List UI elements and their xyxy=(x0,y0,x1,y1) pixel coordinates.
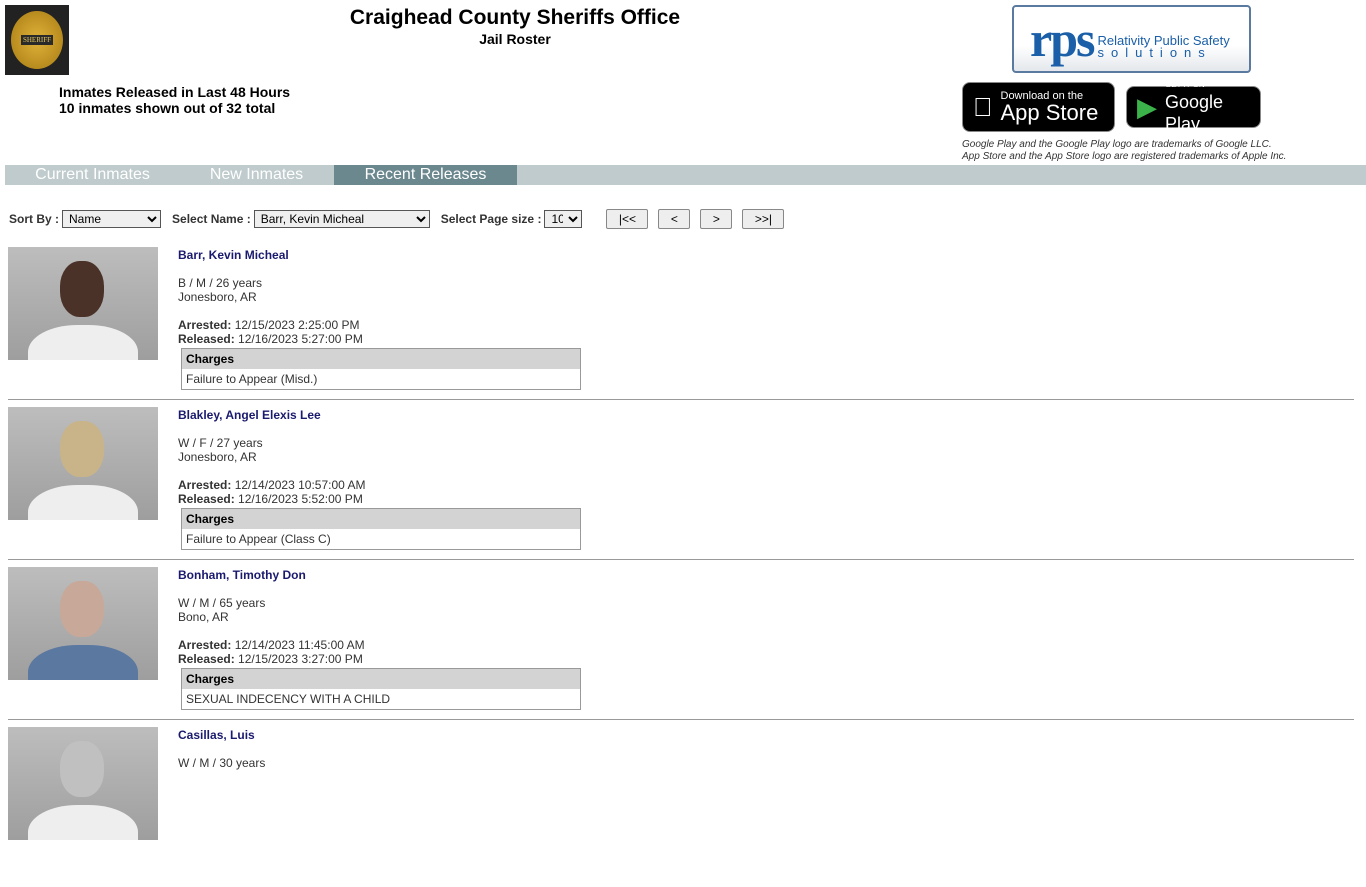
inmate-name[interactable]: Barr, Kevin Micheal xyxy=(178,248,363,262)
charges-header: Charges xyxy=(182,669,580,689)
tab-current-inmates[interactable]: Current Inmates xyxy=(5,165,180,185)
next-page-button[interactable]: > xyxy=(700,209,733,229)
trademark-google: Google Play and the Google Play logo are… xyxy=(962,139,1272,150)
page-subtitle: Jail Roster xyxy=(479,31,551,47)
google-play-big: Google Play xyxy=(1165,92,1224,134)
released-row: Released: 12/15/2023 3:27:00 PM xyxy=(178,652,365,666)
google-play-small: GET IT ON xyxy=(1165,80,1205,89)
google-play-icon: ▶ xyxy=(1137,91,1157,122)
charges-header: Charges xyxy=(182,349,580,369)
rps-logo[interactable]: rps Relativity Public Safety solutions xyxy=(1012,5,1251,73)
sort-label: Sort By : xyxy=(9,212,60,226)
app-store-button[interactable]:  Download on theApp Store xyxy=(962,82,1115,132)
charges-table: Charges Failure to Appear (Misd.) xyxy=(181,348,581,390)
roster-info: Inmates Released in Last 48 Hours 10 inm… xyxy=(59,84,290,116)
arrested-label: Arrested: xyxy=(178,318,232,332)
last-page-button[interactable]: >>| xyxy=(742,209,785,229)
arrested-row: Arrested: 12/15/2023 2:25:00 PM xyxy=(178,318,363,332)
first-page-button[interactable]: |<< xyxy=(606,209,649,229)
released-date: 12/15/2023 3:27:00 PM xyxy=(238,652,363,666)
inmate-record: Blakley, Angel Elexis Lee W / F / 27 yea… xyxy=(8,407,1354,567)
inmate-demographics: W / M / 65 years xyxy=(178,596,266,610)
released-label: Released: xyxy=(178,332,235,346)
arrested-row: Arrested: 12/14/2023 10:57:00 AM xyxy=(178,478,365,492)
inmate-name[interactable]: Bonham, Timothy Don xyxy=(178,568,365,582)
app-store-big: App Store xyxy=(981,100,1099,125)
controls: Sort By : Name Select Name : Barr, Kevin… xyxy=(9,209,794,229)
name-select[interactable]: Barr, Kevin Micheal xyxy=(253,210,430,228)
apple-icon:  xyxy=(973,92,993,123)
charges-header: Charges xyxy=(182,509,580,529)
inmate-demographics: B / M / 26 years xyxy=(178,276,263,290)
prev-page-button[interactable]: < xyxy=(658,209,691,229)
released-label: Released: xyxy=(178,652,235,666)
rps-line2: solutions xyxy=(1097,45,1212,60)
arrested-date: 12/15/2023 2:25:00 PM xyxy=(234,318,360,332)
trademark-apple: App Store and the App Store logo are reg… xyxy=(962,151,1287,162)
arrested-label: Arrested: xyxy=(178,638,232,652)
released-date: 12/16/2023 5:52:00 PM xyxy=(238,492,363,506)
arrested-date: 12/14/2023 10:57:00 AM xyxy=(234,478,366,492)
roster-heading: Inmates Released in Last 48 Hours xyxy=(59,84,291,100)
record-divider xyxy=(8,559,1354,560)
released-date: 12/16/2023 5:27:00 PM xyxy=(238,332,363,346)
tab-recent-releases[interactable]: Recent Releases xyxy=(334,165,517,185)
released-row: Released: 12/16/2023 5:27:00 PM xyxy=(178,332,363,346)
inmate-photo[interactable] xyxy=(8,407,158,520)
released-label: Released: xyxy=(178,492,235,506)
inmate-record: Casillas, Luis W / M / 30 years xyxy=(8,727,1354,887)
rps-logo-mark: rps xyxy=(1030,11,1095,67)
arrested-label: Arrested: xyxy=(178,478,232,492)
inmate-demographics: W / F / 27 years xyxy=(178,436,263,450)
charges-table: Charges SEXUAL INDECENCY WITH A CHILD xyxy=(181,668,581,710)
charge-item: SEXUAL INDECENCY WITH A CHILD xyxy=(186,692,391,706)
google-play-button[interactable]: ▶ GET IT ON Google Play xyxy=(1126,80,1261,134)
charges-table: Charges Failure to Appear (Class C) xyxy=(181,508,581,550)
inmate-photo[interactable] xyxy=(8,567,158,680)
inmate-name[interactable]: Blakley, Angel Elexis Lee xyxy=(178,408,365,422)
record-divider xyxy=(8,399,1354,400)
tab-bar: Current Inmates New Inmates Recent Relea… xyxy=(5,165,1366,185)
charge-item: Failure to Appear (Class C) xyxy=(186,532,331,546)
inmate-name[interactable]: Casillas, Luis xyxy=(178,728,265,742)
page-title: Craighead County Sheriffs Office xyxy=(349,6,681,29)
released-row: Released: 12/16/2023 5:52:00 PM xyxy=(178,492,365,506)
inmate-city: Jonesboro, AR xyxy=(178,450,257,464)
trademark-notice: Google Play and the Google Play logo are… xyxy=(962,139,1286,163)
charge-item: Failure to Appear (Misd.) xyxy=(186,372,318,386)
inmate-city: Jonesboro, AR xyxy=(178,290,257,304)
inmate-photo[interactable] xyxy=(8,727,158,840)
inmate-record: Barr, Kevin Micheal B / M / 26 years Jone… xyxy=(8,247,1354,407)
arrested-date: 12/14/2023 11:45:00 AM xyxy=(234,638,365,652)
record-divider xyxy=(8,719,1354,720)
page-size-select[interactable]: 10 xyxy=(544,210,583,228)
name-label: Select Name : xyxy=(172,212,251,226)
roster-count: 10 inmates shown out of 32 total xyxy=(59,100,276,116)
tab-new-inmates[interactable]: New Inmates xyxy=(180,165,333,185)
inmate-record: Bonham, Timothy Don W / M / 65 years Bono… xyxy=(8,567,1354,727)
inmate-city: Bono, AR xyxy=(178,610,229,624)
inmate-photo[interactable] xyxy=(8,247,158,360)
sort-select[interactable]: Name xyxy=(62,210,162,228)
page-size-label: Select Page size : xyxy=(440,212,542,226)
arrested-row: Arrested: 12/14/2023 11:45:00 AM xyxy=(178,638,365,652)
